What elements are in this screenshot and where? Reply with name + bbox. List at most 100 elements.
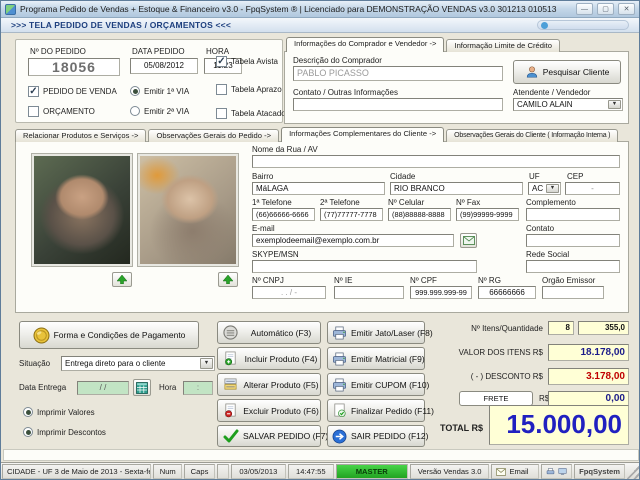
screen-title: >>> TELA PEDIDO DE VENDAS / ORÇAMENTOS <… [11,20,232,30]
fax-field[interactable]: (99)99999-9999 [456,208,519,221]
desconto-field: 3.178,00 [548,368,629,385]
cidade-field[interactable]: RIO BRANCO [390,182,523,195]
load-photo-2-button[interactable] [218,272,238,287]
emitir-1via-radio[interactable]: Emitir 1ª VIA [130,86,189,96]
status-user-badge: MASTER [335,464,408,479]
printer-icon [333,326,346,339]
orgao-emissor-label: Orgão Emissor [542,276,596,285]
status-email[interactable]: Email [491,464,540,479]
client-info-panel: Nome da Rua / AV Bairro MáLAGA Cidade RI… [15,141,629,313]
envelope-icon [462,236,475,245]
contato-field[interactable] [526,234,620,247]
finalizar-pedido-button[interactable]: Finalizar Pedido (F11) [327,399,434,422]
complemento-label: Complemento [526,198,576,207]
status-caps-lock: Caps [184,464,215,479]
tab-limite-credito[interactable]: Informação Limite de Crédito [446,39,560,52]
emitir-matricial-button[interactable]: Emitir Matricial (F9) [327,347,425,370]
itens-quantidade-label: Nº Itens/Quantidade [471,324,543,333]
rua-field[interactable] [252,155,620,168]
atendente-select[interactable]: CAMILO ALAIN [513,98,623,111]
order-date-field[interactable]: 05/08/2012 [130,58,198,74]
status-brand: FpqSystem [573,464,626,479]
descricao-comprador-label: Descrição do Comprador [293,56,382,65]
bairro-field[interactable]: MáLAGA [252,182,385,195]
rg-field[interactable]: 66666666 [478,286,536,299]
client-photo-2 [137,153,239,267]
imprimir-valores-radio[interactable]: Imprimir Valores [23,407,95,417]
tab-relacionar-produtos[interactable]: Relacionar Produtos e Serviços -> [15,129,147,142]
contato-outras-label: Contato / Outras Informações [293,88,398,97]
salvar-pedido-button[interactable]: SALVAR PEDIDO (F7) [217,425,328,447]
emitir-cupom-button[interactable]: Emitir CUPOM (F10) [327,373,429,396]
situacao-label: Situação [19,359,51,368]
bottom-strip [3,449,639,461]
tabela-avista-checkbox[interactable]: Tabela Avista [216,56,278,67]
order-number-field[interactable]: 18056 [28,58,120,76]
data-entrega-field[interactable]: / / [77,381,129,395]
status-spacer [216,464,229,479]
emitir-jato-laser-button[interactable]: Emitir Jato/Laser (F8) [327,321,433,344]
skype-field[interactable] [252,260,477,273]
uf-select[interactable]: AC [528,182,561,195]
hora-entrega-field[interactable]: : [183,381,213,395]
app-icon [5,3,16,15]
status-mini-icons [541,464,572,479]
orcamento-checkbox[interactable]: ORÇAMENTO [28,106,95,117]
radio-selected-icon [130,86,140,96]
orgao-emissor-field[interactable] [542,286,604,299]
document-add-icon [225,351,236,366]
pesquisar-cliente-button[interactable]: Pesquisar Cliente [513,60,621,84]
cpf-field[interactable]: 999.999.999-99 [410,286,472,299]
window-title: Programa Pedido de Vendas + Estoque & Fi… [20,4,557,14]
tab-observacoes-pedido[interactable]: Observações Gerais do Pedido -> [148,129,280,142]
close-button[interactable]: ✕ [618,3,635,15]
rede-social-field[interactable] [526,260,620,273]
load-photo-1-button[interactable] [112,272,132,287]
imprimir-descontos-radio[interactable]: Imprimir Descontos [23,427,106,437]
frete-button[interactable]: FRETE [459,391,533,406]
status-dot-icon [541,21,548,29]
complemento-field[interactable] [526,208,620,221]
cnpj-field[interactable]: . . / - [252,286,326,299]
cpf-label: Nº CPF [410,276,437,285]
hora-entrega-label: Hora [159,383,177,392]
descricao-comprador-field[interactable]: PABLO PICASSO [293,66,503,81]
checkbox-unchecked-icon [216,84,227,95]
data-entrega-label: Data Entrega [19,383,67,392]
emitir-2via-radio[interactable]: Emitir 2ª VIA [130,106,189,116]
alterar-produto-button[interactable]: Alterar Produto (F5) [217,373,321,396]
total-label: TOTAL R$ [439,423,483,433]
send-email-button[interactable] [460,233,477,248]
calendar-button[interactable] [133,379,151,396]
pedido-de-venda-checkbox[interactable]: PEDIDO DE VENDA [28,86,117,97]
document-remove-icon [225,403,236,418]
tabela-atacado-checkbox[interactable]: Tabela Atacado [216,108,286,119]
minimize-button[interactable]: — [576,3,593,15]
checkbox-checked-icon [28,86,39,97]
green-arrow-up-icon [117,275,127,284]
tabela-aprazo-checkbox[interactable]: Tabela Aprazo [216,84,282,95]
cnpj-label: Nº CNPJ [252,276,284,285]
checkbox-unchecked-icon [216,108,227,119]
printer-icon [333,352,346,365]
tab-observacoes-cliente[interactable]: Observações Gerais do Cliente ( Informaç… [446,129,619,142]
tel1-field[interactable]: (66)66666-6666 [252,208,315,221]
ie-field[interactable] [334,286,404,299]
document-check-icon [334,403,346,418]
tab-informacoes-cliente[interactable]: Informações Complementares do Cliente -> [281,127,445,142]
incluir-produto-button[interactable]: Incluir Produto (F4) [217,347,321,370]
automatico-button[interactable]: Automático (F3) [217,321,321,344]
contato-outras-field[interactable] [293,98,503,111]
maximize-button[interactable]: ▢ [597,3,614,15]
uf-label: UF [529,172,540,181]
celular-field[interactable]: (88)88888-8888 [388,208,451,221]
forma-condicoes-pagamento-button[interactable]: Forma e Condições de Pagamento [19,321,199,349]
resize-grip[interactable] [627,464,639,479]
app-window: Programa Pedido de Vendas + Estoque & Fi… [0,0,640,480]
email-field[interactable]: exemplodeemail@exemplo.com.br [252,234,454,247]
tel2-field[interactable]: (77)77777-7778 [320,208,383,221]
excluir-produto-button[interactable]: Excluir Produto (F6) [217,399,321,422]
tab-comprador-vendedor[interactable]: Informações do Comprador e Vendedor -> [286,37,445,52]
situacao-select[interactable]: Entrega direto para o cliente [61,356,215,371]
cep-field[interactable]: - [565,182,620,195]
